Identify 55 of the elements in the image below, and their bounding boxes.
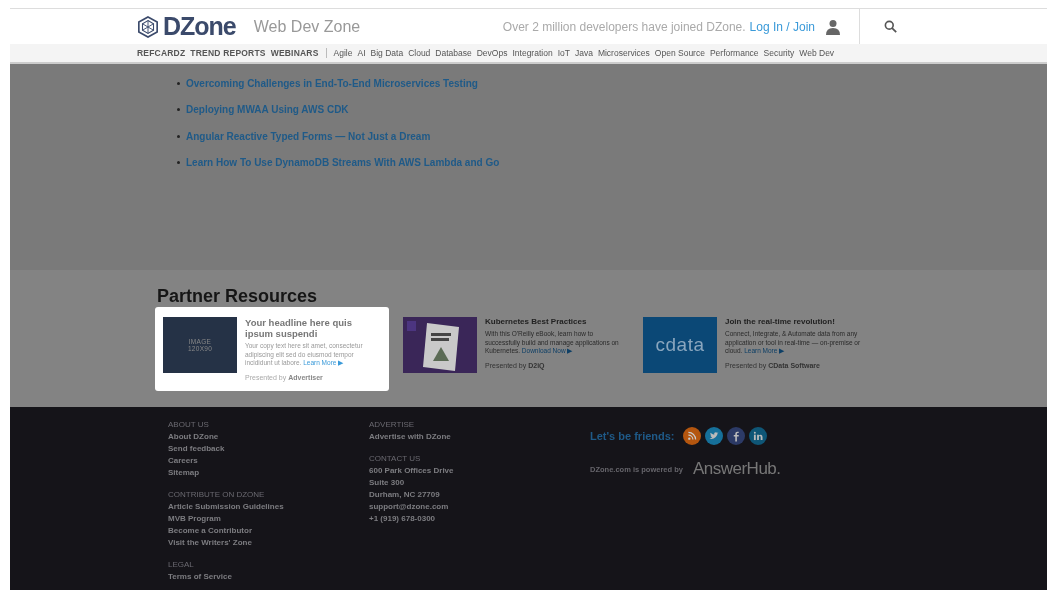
footer-link[interactable]: +1 (919) 678-0300 (369, 513, 570, 525)
user-icon[interactable] (825, 18, 841, 35)
footer-link[interactable]: Suite 300 (369, 477, 570, 489)
footer-link[interactable]: Article Submission Guidelines (168, 501, 369, 513)
letters-in-icon[interactable] (748, 427, 767, 445)
zone-title: Web Dev Zone (253, 17, 361, 36)
topic-link[interactable]: Open Source (654, 48, 705, 58)
topic-link[interactable]: Database (435, 48, 472, 58)
footer-heading: CONTACT US (369, 453, 422, 465)
footer-link[interactable]: Sitemap (168, 467, 369, 479)
footer-link[interactable]: Durham, NC 27709 (369, 489, 570, 501)
topic-link[interactable]: Big Data (370, 48, 404, 58)
cdata-logo: cdata (643, 317, 717, 373)
footer-link[interactable]: support@dzone.com (369, 501, 570, 513)
topic-link[interactable]: Java (574, 48, 593, 58)
card-headline: Your headline here quis ipsum suspendi (245, 317, 353, 339)
footer-link[interactable]: About DZone (168, 431, 369, 443)
section-title: Partner Resources (157, 286, 319, 307)
answerhub-logo[interactable]: AnswerHub. (692, 459, 781, 479)
topic-link[interactable]: Agile (333, 48, 353, 58)
footer-heading: LEGAL (168, 559, 195, 571)
nav-link[interactable]: TREND REPORTS (190, 48, 266, 58)
bird-icon[interactable] (704, 427, 723, 445)
footer-link[interactable]: Advertise with DZone (369, 431, 570, 443)
footer-heading: ABOUT US (168, 419, 210, 431)
topic-link[interactable]: AI (357, 48, 366, 58)
topic-link[interactable]: Performance (709, 48, 759, 58)
footer-link[interactable]: Become a Contributor (168, 525, 369, 537)
footer-heading: CONTRIBUTE ON DZONE (168, 489, 266, 501)
topic-link[interactable]: Web Dev (799, 48, 835, 58)
topic-link[interactable]: IoT (557, 48, 570, 58)
dzone-logo-icon[interactable] (137, 15, 159, 38)
tagline: Over 2 million developers have joined DZone. (502, 19, 746, 34)
nav-link[interactable]: REFCARDZ (137, 48, 186, 58)
search-icon[interactable] (884, 20, 897, 33)
footer-link[interactable]: Careers (168, 455, 369, 467)
letter-f-icon[interactable] (726, 427, 745, 445)
footer-heading: ADVERTISE (369, 419, 416, 431)
rss-icon[interactable] (682, 427, 701, 445)
footer-link[interactable]: Send feedback (168, 443, 369, 455)
card-headline: Kubernetes Best Practices (485, 317, 588, 327)
topic-link[interactable]: Security (763, 48, 795, 58)
brand-name[interactable]: DZone (163, 12, 236, 41)
topic-link[interactable]: DevOps (476, 48, 508, 58)
footer-link[interactable]: Terms of Service (168, 571, 369, 583)
footer-link[interactable]: Visit the Writers' Zone (168, 537, 369, 549)
footer-link[interactable]: 600 Park Offices Drive (369, 465, 570, 477)
topic-link[interactable]: Microservices (597, 48, 650, 58)
login-link[interactable]: Log In / Join (749, 19, 815, 34)
nav-link[interactable]: WEBINARS (270, 48, 319, 58)
card-headline: Join the real-time revolution! (725, 317, 836, 327)
topic-link[interactable]: Integration (512, 48, 553, 58)
topic-link[interactable]: Cloud (408, 48, 431, 58)
footer-link[interactable]: MVB Program (168, 513, 369, 525)
social-label: Let's be friends: (590, 430, 675, 442)
